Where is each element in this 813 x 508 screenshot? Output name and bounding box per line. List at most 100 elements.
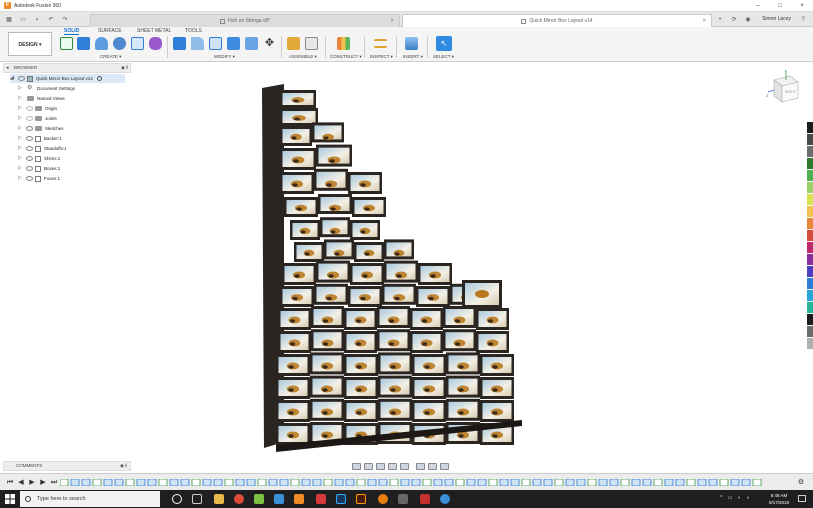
refresh-icon[interactable]: ⟳ xyxy=(730,16,738,24)
expand-arrow-icon[interactable]: ▷ xyxy=(18,144,24,153)
orbit-icon[interactable] xyxy=(352,462,361,470)
add-comment-icon[interactable]: ◉ ‖ xyxy=(120,462,127,470)
task-view-icon[interactable] xyxy=(192,494,202,504)
expand-arrow-icon[interactable]: ▷ xyxy=(18,84,24,93)
extrude-icon[interactable] xyxy=(77,37,90,50)
timeline-track[interactable] xyxy=(60,479,780,486)
acrobat-icon[interactable] xyxy=(316,494,326,504)
assemble-group-label[interactable]: ASSEMBLE ▾ xyxy=(289,54,317,60)
new-component-icon[interactable] xyxy=(287,37,300,50)
file-explorer-icon[interactable] xyxy=(214,494,224,504)
select-group-label[interactable]: SELECT ▾ xyxy=(433,54,454,60)
visibility-eye-icon[interactable] xyxy=(18,76,25,81)
browser-item-foxes[interactable]: ▷ Foxes:1 xyxy=(18,174,60,183)
tab-sheet-metal[interactable]: SHEET METAL xyxy=(137,28,171,34)
collapse-arrow-icon[interactable]: ◂ xyxy=(6,64,9,72)
visibility-eye-icon[interactable] xyxy=(26,146,33,151)
file-icon[interactable]: ▭ xyxy=(19,16,27,24)
fit-icon[interactable] xyxy=(400,462,409,470)
pdf-reader-icon[interactable] xyxy=(420,494,430,504)
clock[interactable]: 8:48 AM 9/17/2019 xyxy=(769,492,789,506)
grid-settings-icon[interactable] xyxy=(428,462,437,470)
inspect-group-label[interactable]: INSPECT ▾ xyxy=(370,54,393,60)
taskbar-search-input[interactable]: Type here to search xyxy=(20,491,160,507)
go-to-start-icon[interactable]: ⏮ xyxy=(6,478,14,487)
minimize-button[interactable]: – xyxy=(747,0,769,12)
browser-root-item[interactable]: ◢ Quick Mirror Box Layout v14 xyxy=(10,74,125,83)
mirror-box-model[interactable] xyxy=(262,84,522,452)
shell-icon[interactable] xyxy=(209,37,222,50)
windows-start-icon[interactable] xyxy=(4,493,16,505)
visibility-eye-icon[interactable] xyxy=(26,166,33,171)
blender-icon[interactable] xyxy=(378,494,388,504)
expand-arrow-icon[interactable]: ▷ xyxy=(18,174,24,183)
visibility-eye-icon[interactable] xyxy=(26,136,33,141)
construct-group-label[interactable]: CONSTRUCT ▾ xyxy=(330,54,362,60)
chrome-icon[interactable] xyxy=(234,494,244,504)
play-icon[interactable]: ▶ xyxy=(28,478,36,487)
app-icon[interactable] xyxy=(398,494,408,504)
look-at-icon[interactable] xyxy=(364,462,373,470)
tab-tools[interactable]: TOOLS xyxy=(185,28,202,34)
fusion360-taskbar-icon[interactable] xyxy=(294,494,304,504)
close-button[interactable]: × xyxy=(791,0,813,12)
comments-panel[interactable]: COMMENTS ◉ ‖ xyxy=(3,461,131,471)
close-icon[interactable]: × xyxy=(390,15,394,27)
split-body-icon[interactable] xyxy=(245,37,258,50)
tab-surface[interactable]: SURFACE xyxy=(98,28,122,34)
loft-icon[interactable] xyxy=(131,37,144,50)
grid-icon[interactable]: ▦ xyxy=(5,16,13,24)
offset-plane-icon[interactable] xyxy=(337,37,350,50)
display-settings-icon[interactable] xyxy=(416,462,425,470)
expand-arrow-icon[interactable]: ▷ xyxy=(18,154,24,163)
new-tab-icon[interactable]: + xyxy=(716,16,724,24)
tab-quick-mirror-box-layout[interactable]: Quick Mirror Box Layout v14 × xyxy=(402,14,712,27)
visibility-eye-icon[interactable] xyxy=(26,156,33,161)
design-canvas[interactable] xyxy=(132,62,813,472)
expand-arrow-icon[interactable]: ▷ xyxy=(18,104,24,113)
revolve-icon[interactable] xyxy=(95,37,108,50)
user-name[interactable]: Simon Lacey xyxy=(762,16,791,22)
browser-item-document-settings[interactable]: ▷ ⚙ Document Settings xyxy=(18,84,75,93)
maximize-button[interactable]: □ xyxy=(769,0,791,12)
browser-item-shims[interactable]: ▷ Shims:1 xyxy=(18,154,60,163)
app-icon[interactable] xyxy=(274,494,284,504)
app-icon[interactable] xyxy=(440,494,450,504)
save-icon[interactable]: ▪ xyxy=(33,16,41,24)
tab-solid[interactable]: SOLID xyxy=(64,28,80,35)
activate-radio-icon[interactable] xyxy=(96,76,102,81)
visibility-eye-icon[interactable] xyxy=(26,126,33,131)
browser-header[interactable]: ◂ BROWSER ◉ ‖ xyxy=(3,63,131,73)
pin-icon[interactable]: ◉ ‖ xyxy=(121,64,128,72)
browser-item-boxes[interactable]: ▷ Boxes:1 xyxy=(18,164,60,173)
cortana-icon[interactable] xyxy=(172,494,182,504)
xbox-icon[interactable] xyxy=(254,494,264,504)
pan-icon[interactable] xyxy=(376,462,385,470)
modify-group-label[interactable]: MODIFY ▾ xyxy=(214,54,235,60)
expand-arrow-icon[interactable]: ▷ xyxy=(18,124,24,133)
tab-fish-on-stringa[interactable]: Fish on Stringa v8* × xyxy=(90,14,400,27)
action-center-icon[interactable] xyxy=(798,495,806,502)
visibility-eye-icon[interactable] xyxy=(26,106,33,111)
go-to-end-icon[interactable]: ⏭ xyxy=(50,478,58,487)
close-icon[interactable]: × xyxy=(702,15,706,27)
browser-item-standoffs[interactable]: ▷ Standoffs:1 xyxy=(18,144,67,153)
model-viewport[interactable] xyxy=(132,62,813,472)
notifications-icon[interactable]: ◉ xyxy=(744,16,752,24)
browser-item-origin[interactable]: ▷ Origin xyxy=(18,104,57,113)
workspace-switcher[interactable]: DESIGN ▾ xyxy=(8,32,52,56)
undo-icon[interactable]: ↶ xyxy=(47,16,55,24)
step-back-icon[interactable]: ◀ xyxy=(17,478,25,487)
timeline-settings-icon[interactable]: ⚙ xyxy=(797,478,805,487)
viewports-icon[interactable] xyxy=(440,462,449,470)
system-tray[interactable]: ^ ▭ ◐ ◖ xyxy=(720,495,751,501)
create-sketch-icon[interactable] xyxy=(60,37,73,50)
create-group-label[interactable]: CREATE ▾ xyxy=(100,54,121,60)
move-icon[interactable]: ✥ xyxy=(263,37,276,50)
fillet-icon[interactable] xyxy=(191,37,204,50)
insert-group-label[interactable]: INSERT ▾ xyxy=(403,54,423,60)
insert-image-icon[interactable] xyxy=(405,37,418,50)
measure-icon[interactable] xyxy=(374,39,387,48)
combine-icon[interactable] xyxy=(227,37,240,50)
photoshop-icon[interactable] xyxy=(336,494,346,504)
